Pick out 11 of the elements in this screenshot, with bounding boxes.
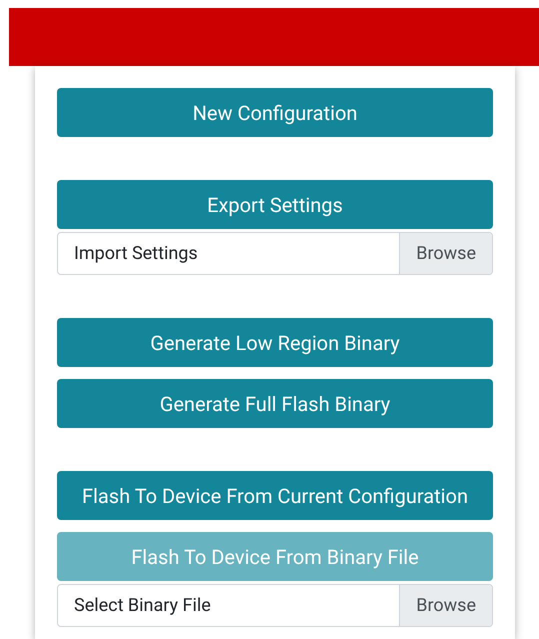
action-button[interactable]: Flash To Device From Current Configuration	[57, 471, 493, 520]
action-button[interactable]: Generate Low Region Binary	[57, 318, 493, 367]
action-button[interactable]: Generate Full Flash Binary	[57, 379, 493, 428]
file-placeholder: Import Settings	[73, 242, 199, 266]
browse-button[interactable]: Browse	[399, 233, 492, 274]
browse-button[interactable]: Browse	[399, 585, 492, 626]
action-button[interactable]: New Configuration	[57, 88, 493, 137]
file-input-field[interactable]: Import Settings Browse	[57, 232, 493, 275]
file-placeholder: Select Binary File	[73, 594, 212, 618]
action-button[interactable]: Export Settings	[57, 180, 493, 229]
file-input-field[interactable]: Select Binary File Browse	[57, 584, 493, 627]
